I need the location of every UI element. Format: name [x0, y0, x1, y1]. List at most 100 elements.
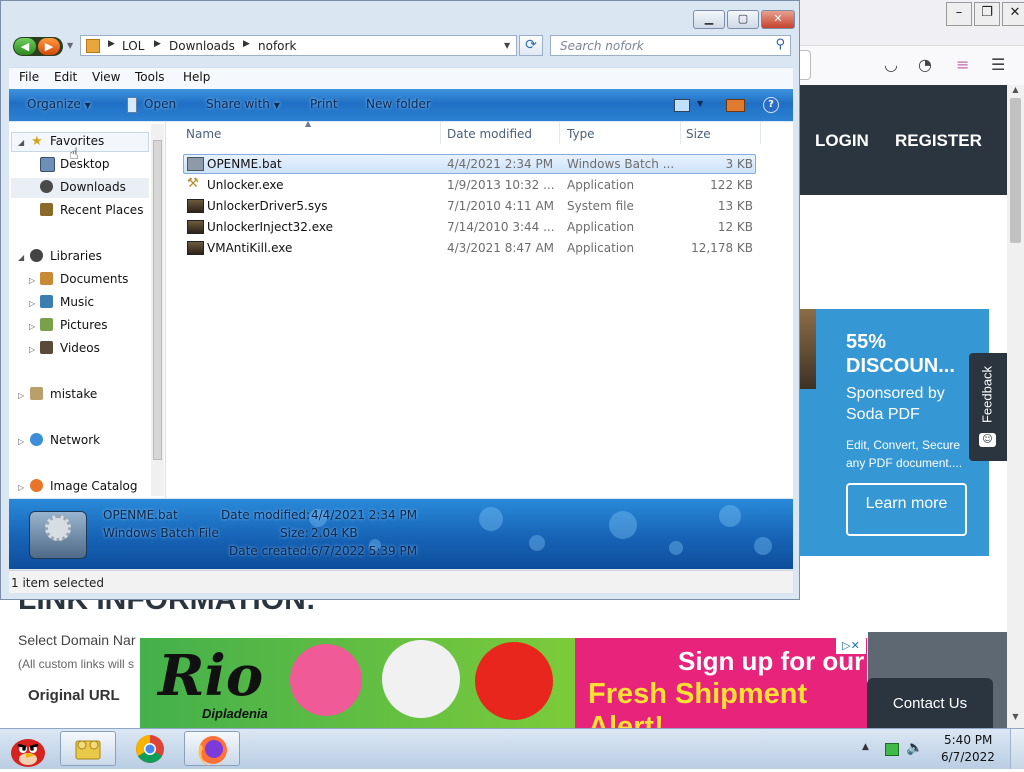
browser-restore-button[interactable]: ❐: [974, 2, 1000, 26]
nav-videos[interactable]: Videos: [60, 341, 100, 355]
nav-image-catalog[interactable]: Image Catalog: [50, 479, 137, 493]
scroll-down-arrow-icon[interactable]: ▼: [1007, 712, 1024, 726]
menu-edit[interactable]: Edit: [54, 70, 77, 84]
chevron-right-icon[interactable]: ▶: [108, 39, 115, 49]
contact-us-button[interactable]: Contact Us: [867, 678, 993, 728]
column-type[interactable]: Type: [567, 127, 595, 141]
refresh-icon[interactable]: ⟳: [519, 35, 543, 56]
expand-arrow-icon[interactable]: ▷: [18, 483, 24, 492]
recent-pages-dropdown-icon[interactable]: ▼: [67, 41, 73, 50]
address-dropdown-icon[interactable]: ▼: [504, 41, 510, 50]
expand-arrow-icon[interactable]: ▷: [29, 276, 35, 285]
browser-minimize-button[interactable]: –: [946, 2, 972, 26]
file-name[interactable]: UnlockerInject32.exe: [207, 220, 333, 234]
nav-scrollbar-thumb[interactable]: [153, 140, 162, 460]
volume-icon[interactable]: 🔈: [906, 740, 923, 756]
clock-time[interactable]: 5:40 PM: [944, 733, 992, 747]
column-name[interactable]: Name: [186, 127, 221, 141]
expand-arrow-icon[interactable]: ▷: [18, 437, 24, 446]
login-link[interactable]: LOGIN: [815, 131, 869, 151]
new-folder-button[interactable]: New folder: [366, 97, 431, 111]
ad-thumbnail: [800, 309, 816, 389]
nav-buttons: ◀ ▶: [13, 37, 63, 56]
breadcrumb-lol[interactable]: LOL: [122, 39, 144, 53]
taskbar-explorer-button[interactable]: [60, 731, 116, 766]
expand-arrow-icon[interactable]: ▷: [29, 345, 35, 354]
column-divider[interactable]: [559, 122, 560, 144]
nav-downloads[interactable]: Downloads: [60, 180, 126, 194]
nav-music[interactable]: Music: [60, 295, 94, 309]
help-icon[interactable]: ?: [763, 97, 779, 113]
chevron-right-icon[interactable]: ▶: [243, 39, 250, 49]
print-button[interactable]: Print: [310, 97, 338, 111]
chrome-icon[interactable]: [122, 731, 178, 766]
column-date-modified[interactable]: Date modified: [447, 127, 532, 141]
menu-help[interactable]: Help: [183, 70, 210, 84]
organize-button[interactable]: Organize ▼: [27, 97, 91, 111]
hamburger-menu-icon[interactable]: ☰: [991, 55, 1005, 74]
close-button[interactable]: ✕: [761, 10, 795, 29]
change-view-icon[interactable]: [674, 99, 690, 112]
chevron-right-icon[interactable]: ▶: [154, 39, 161, 49]
nav-libraries[interactable]: Libraries: [50, 249, 102, 263]
file-name[interactable]: UnlockerDriver5.sys: [207, 199, 327, 213]
banner-headline-2: Fresh Shipment Alert!: [588, 678, 808, 728]
menu-view[interactable]: View: [92, 70, 120, 84]
banner-ad[interactable]: Rio Dipladenia Sign up for our Fresh Shi…: [140, 638, 867, 728]
column-size[interactable]: Size: [686, 127, 711, 141]
chevron-down-icon[interactable]: ▼: [697, 99, 703, 108]
file-name[interactable]: Unlocker.exe: [207, 178, 284, 192]
tray-chevron-up-icon[interactable]: ▲: [862, 742, 869, 752]
pocket-icon[interactable]: ◡: [884, 55, 898, 74]
column-divider[interactable]: [440, 122, 441, 144]
expand-arrow-icon[interactable]: ▷: [18, 391, 24, 400]
expand-arrow-icon[interactable]: ▷: [29, 322, 35, 331]
share-with-button[interactable]: Share with ▼: [206, 97, 280, 111]
network-status-icon[interactable]: [885, 743, 899, 756]
file-name[interactable]: OPENME.bat: [207, 157, 282, 171]
preview-pane-icon[interactable]: [726, 99, 745, 112]
breadcrumb-downloads[interactable]: Downloads: [169, 39, 235, 53]
nav-pictures[interactable]: Pictures: [60, 318, 108, 332]
feedback-label: Feedback: [979, 365, 995, 424]
search-input[interactable]: Search nofork ⚲: [550, 35, 791, 56]
firefox-icon[interactable]: [184, 731, 240, 767]
scroll-up-arrow-icon[interactable]: ▲: [1007, 85, 1024, 97]
back-arrow-icon[interactable]: ◀: [14, 38, 36, 55]
nav-desktop[interactable]: Desktop: [60, 157, 110, 171]
file-name[interactable]: VMAntiKill.exe: [207, 241, 292, 255]
extension-icon[interactable]: ≡: [956, 55, 969, 74]
learn-more-button[interactable]: Learn more: [846, 483, 967, 536]
collapse-arrow-icon[interactable]: ◢: [18, 138, 24, 147]
minimize-button[interactable]: ▁: [693, 10, 725, 29]
extension-clock-icon[interactable]: ◔: [918, 55, 932, 74]
forward-arrow-icon[interactable]: ▶: [38, 38, 60, 55]
ad-description: Edit, Convert, Secure any PDF document..…: [846, 438, 963, 470]
register-link[interactable]: REGISTER: [895, 131, 982, 151]
downloads-icon: [40, 180, 53, 193]
nav-network[interactable]: Network: [50, 433, 100, 447]
decor-bubble: [669, 541, 683, 555]
command-bar: Organize ▼ Open Share with ▼ Print New f…: [9, 89, 793, 121]
open-button[interactable]: Open: [144, 97, 176, 111]
nav-documents[interactable]: Documents: [60, 272, 128, 286]
column-divider[interactable]: [680, 122, 681, 144]
nav-recent-places[interactable]: Recent Places: [60, 203, 143, 217]
nav-mistake[interactable]: mistake: [50, 387, 97, 401]
clock-date[interactable]: 6/7/2022: [941, 750, 995, 764]
menu-tools[interactable]: Tools: [135, 70, 165, 84]
page-scrollbar-thumb[interactable]: [1010, 98, 1021, 243]
angry-birds-start-icon[interactable]: [6, 729, 50, 769]
maximize-button[interactable]: ▢: [727, 10, 759, 29]
feedback-tab[interactable]: Feedback ☺: [969, 353, 1007, 461]
search-icon[interactable]: ⚲: [775, 37, 785, 52]
address-bar[interactable]: ▶ LOL ▶ Downloads ▶ nofork: [80, 35, 517, 56]
show-desktop-button[interactable]: [1010, 729, 1024, 769]
breadcrumb-nofork[interactable]: nofork: [258, 39, 296, 53]
ad-close-icon[interactable]: ▷✕: [836, 638, 866, 654]
column-divider[interactable]: [760, 122, 761, 144]
expand-arrow-icon[interactable]: ▷: [29, 299, 35, 308]
browser-close-button[interactable]: ✕: [1002, 2, 1024, 26]
menu-file[interactable]: File: [19, 70, 39, 84]
collapse-arrow-icon[interactable]: ◢: [18, 253, 24, 262]
